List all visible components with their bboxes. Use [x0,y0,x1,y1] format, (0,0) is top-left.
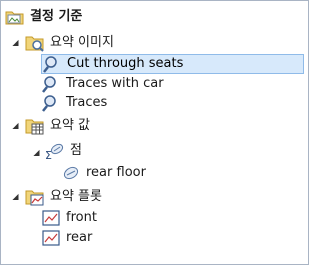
tree-item-traces[interactable]: Traces [41,93,109,113]
folder-icon [5,8,25,26]
tree-root-label: 결정 기준 [30,9,83,24]
group-label: 요약 이미지 [50,35,114,50]
item-label: 점 [70,143,82,158]
tree-item-rear[interactable]: rear [41,228,94,248]
collapse-arrow-icon[interactable]: ◢ [32,148,41,157]
group-label: 요약 값 [50,118,91,133]
tree-group-summary-images[interactable]: 요약 이미지 [25,33,116,53]
point-icon [61,164,81,182]
item-label: Traces with car [66,76,164,91]
plot-icon [41,209,61,227]
item-label: Traces [66,95,108,110]
image-search-icon [41,75,61,93]
tree-item-rear-floor[interactable]: rear floor [61,163,148,183]
tree-item-traces-with-car[interactable]: Traces with car [41,74,166,94]
tree-root[interactable]: 결정 기준 [5,7,84,27]
item-label: rear floor [86,165,146,180]
collapse-arrow-icon[interactable]: ◢ [11,38,20,47]
collapse-arrow-icon[interactable]: ◢ [11,121,20,130]
group-label: 요약 플롯 [50,189,102,204]
image-folder-icon [25,34,45,52]
plot-icon [41,229,61,247]
image-search-icon [42,55,62,73]
tree-item-front[interactable]: front [41,208,99,228]
tree-item-point[interactable]: Σ 점 [45,141,84,161]
tree-item-cut-through-seats[interactable]: Cut through seats [41,54,304,74]
item-label: front [66,210,97,225]
table-folder-icon [25,117,45,135]
decision-criteria-tree: 결정 기준 ◢ 요약 이미지 Cut through seats Traces … [0,0,309,265]
sum-point-icon: Σ [45,142,65,160]
tree-group-summary-plots[interactable]: 요약 플롯 [25,187,104,207]
tree-group-summary-values[interactable]: 요약 값 [25,116,92,136]
image-search-icon [41,94,61,112]
plot-folder-icon [25,188,45,206]
collapse-arrow-icon[interactable]: ◢ [11,192,20,201]
item-label: Cut through seats [67,56,184,71]
item-label: rear [66,230,93,245]
